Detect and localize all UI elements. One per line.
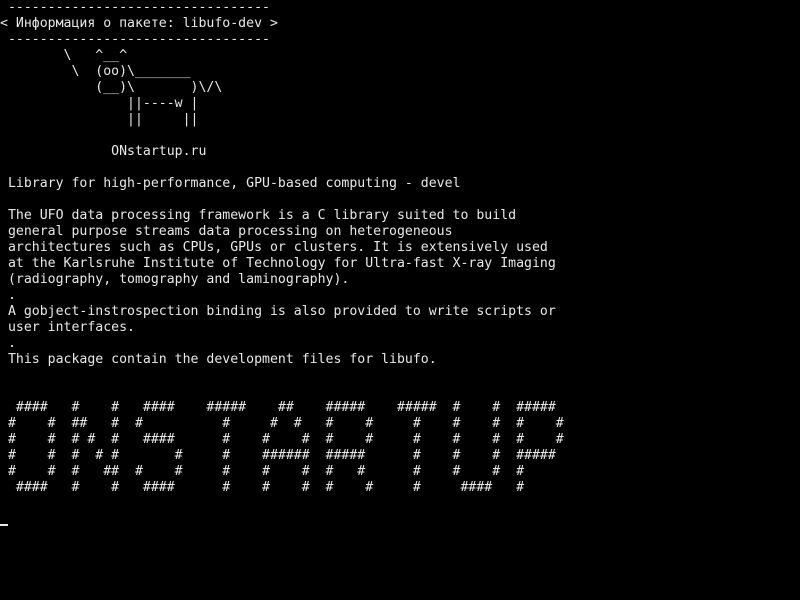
ascii-art-line: # # # # # # # ###### ##### # # # ##### <box>0 448 556 463</box>
description-line: This package contain the development fil… <box>0 352 437 367</box>
description-line: . <box>0 288 16 303</box>
cow-art-line: ||----w | <box>0 96 199 111</box>
cow-art-line: || || <box>0 112 199 127</box>
ascii-art-line: #### # # #### ##### ## ##### ##### # # #… <box>0 400 556 415</box>
text-cursor <box>0 524 8 526</box>
cow-art-line: (__)\ )\/\ <box>0 80 223 95</box>
cow-art-line: \ ^__^ <box>0 48 128 63</box>
description-line: general purpose streams data processing … <box>0 224 453 239</box>
banner-top-border: --------------------------------- <box>0 0 270 15</box>
ascii-art-line: # # # # # #### # # # # # # # # # # <box>0 432 564 447</box>
description-line: A gobject-instrospection binding is also… <box>0 304 556 319</box>
package-summary: Library for high-performance, GPU-based … <box>0 176 461 191</box>
terminal-screen: --------------------------------- < Инфо… <box>0 0 800 600</box>
description-line: (radiography, tomography and laminograph… <box>0 272 350 287</box>
ascii-art-line: # # # ## # # # # # # # # # # # <box>0 464 525 479</box>
description-line: at the Karlsruhe Institute of Technology… <box>0 256 556 271</box>
description-line: architectures such as CPUs, GPUs or clus… <box>0 240 548 255</box>
banner-title: < Информация о пакете: libufo-dev > <box>0 16 278 31</box>
banner-bottom-border: --------------------------------- <box>0 32 270 47</box>
description-line: The UFO data processing framework is a C… <box>0 208 517 223</box>
ascii-art-line: #### # # #### # # # # # # #### # <box>0 480 525 495</box>
description-line: . <box>0 336 16 351</box>
cow-art-line: \ (oo)\_______ <box>0 64 191 79</box>
ascii-art-line: # # ## # # # # # # # # # # # # <box>0 416 564 431</box>
site-name: ONstartup.ru <box>0 144 207 159</box>
description-line: user interfaces. <box>0 320 135 335</box>
